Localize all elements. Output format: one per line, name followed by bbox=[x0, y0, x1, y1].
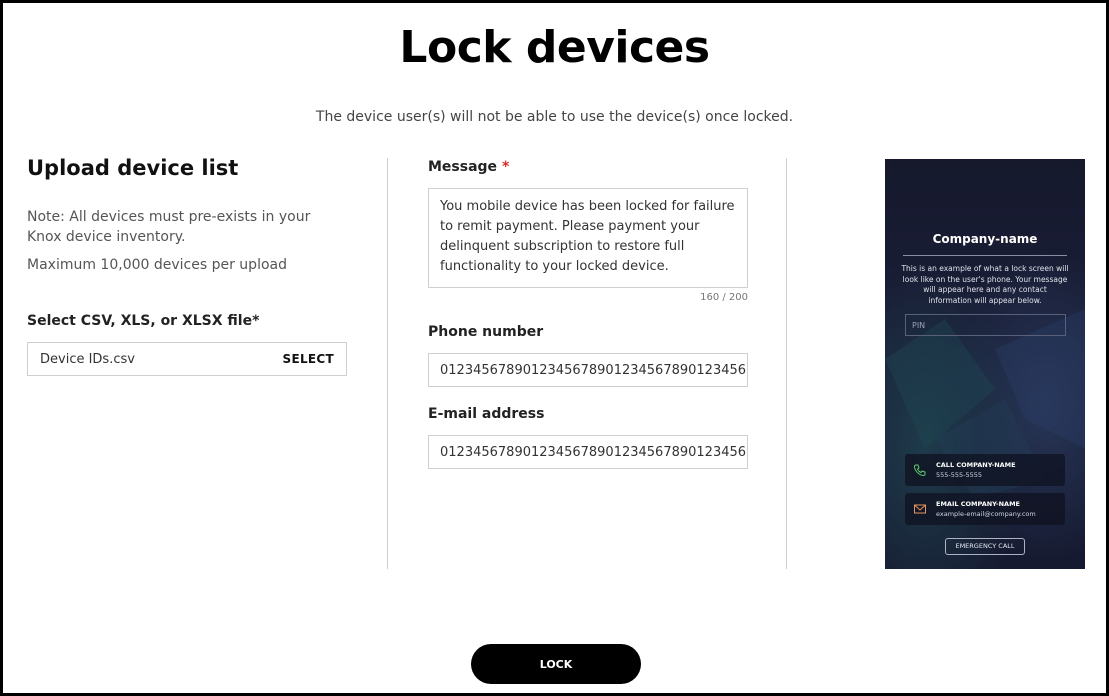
email-input[interactable]: 0123456789012345678901234567890123456789… bbox=[428, 435, 748, 469]
column-divider-right bbox=[786, 158, 787, 569]
message-label: Message * bbox=[428, 159, 509, 175]
lock-screen-preview: Company-name This is an example of what … bbox=[885, 159, 1085, 569]
phone-input[interactable]: 0123456789012345678901234567890123456789 bbox=[428, 353, 748, 387]
preview-divider bbox=[903, 255, 1067, 256]
mail-icon bbox=[914, 504, 926, 514]
max-devices-note: Maximum 10,000 devices per upload bbox=[27, 257, 287, 273]
file-label: Select CSV, XLS, or XLSX file* bbox=[27, 313, 260, 329]
select-file-button[interactable]: SELECT bbox=[283, 352, 334, 366]
preview-emergency-button: EMERGENCY CALL bbox=[945, 538, 1025, 555]
inventory-note: Note: All devices must pre-exists in you… bbox=[27, 209, 311, 245]
preview-call-title: CALL COMPANY-NAME bbox=[936, 461, 1016, 469]
message-textarea[interactable]: You mobile device has been locked for fa… bbox=[428, 188, 748, 288]
page-subtitle: The device user(s) will not be able to u… bbox=[315, 109, 794, 125]
preview-description: This is an example of what a lock screen… bbox=[901, 264, 1069, 305]
message-char-counter: 160 / 200 bbox=[700, 292, 748, 303]
file-name: Device IDs.csv bbox=[40, 351, 135, 367]
email-label: E-mail address bbox=[428, 406, 545, 422]
phone-icon bbox=[913, 464, 926, 477]
preview-pin-field: PIN bbox=[905, 314, 1066, 336]
preview-email-title: EMAIL COMPANY-NAME bbox=[936, 500, 1020, 508]
column-divider-left bbox=[387, 158, 388, 569]
message-label-text: Message bbox=[428, 159, 498, 175]
phone-label: Phone number bbox=[428, 324, 544, 340]
preview-company-name: Company-name bbox=[932, 232, 1038, 246]
required-mark: * bbox=[501, 159, 510, 175]
preview-call-number: 555-555-5555 bbox=[936, 471, 983, 479]
file-input[interactable]: Device IDs.csv SELECT bbox=[27, 342, 347, 376]
preview-email-address: example-email@company.com bbox=[936, 510, 1036, 518]
upload-heading: Upload device list bbox=[27, 156, 239, 180]
page-title: Lock devices bbox=[399, 22, 710, 73]
lock-button[interactable]: LOCK bbox=[471, 644, 641, 684]
preview-call-card: CALL COMPANY-NAME 555-555-5555 bbox=[905, 454, 1065, 486]
preview-email-card: EMAIL COMPANY-NAME example-email@company… bbox=[905, 493, 1065, 525]
